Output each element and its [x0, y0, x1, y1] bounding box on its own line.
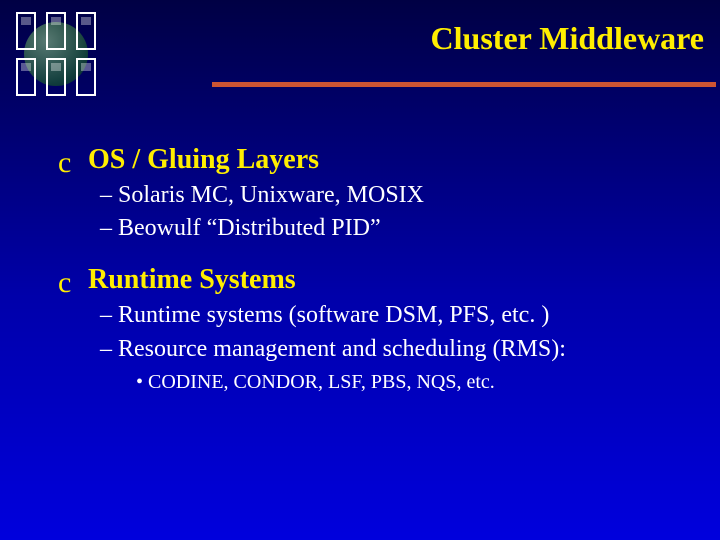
tower-icon: [46, 12, 66, 50]
tower-icon: [16, 12, 36, 50]
slide-title: Cluster Middleware: [431, 20, 704, 57]
bullet-item: c OS / Gluing Layers: [58, 144, 700, 176]
subsub-list: • CODINE, CONDOR, LSF, PBS, NQS, etc.: [136, 369, 700, 395]
sub-list: – Runtime systems (software DSM, PFS, et…: [100, 300, 700, 394]
bullet-heading: Runtime Systems: [88, 264, 296, 296]
tower-icon: [46, 58, 66, 96]
tower-icon: [16, 58, 36, 96]
subsub-item: • CODINE, CONDOR, LSF, PBS, NQS, etc.: [136, 369, 700, 395]
slide-content: c OS / Gluing Layers – Solaris MC, Unixw…: [58, 140, 700, 415]
bullet-glyph-icon: c: [58, 148, 88, 178]
sub-item: – Solaris MC, Unixware, MOSIX: [100, 180, 700, 211]
bullet-glyph-icon: c: [58, 268, 88, 298]
tower-icon: [76, 12, 96, 50]
slide-logo: [14, 12, 100, 98]
bullet-item: c Runtime Systems: [58, 264, 700, 296]
sub-item: – Beowulf “Distributed PID”: [100, 213, 700, 244]
bullet-heading: OS / Gluing Layers: [88, 144, 319, 176]
sub-item: – Runtime systems (software DSM, PFS, et…: [100, 300, 700, 331]
sub-item: – Resource management and scheduling (RM…: [100, 334, 700, 365]
title-rule: [212, 82, 716, 87]
sub-list: – Solaris MC, Unixware, MOSIX – Beowulf …: [100, 180, 700, 244]
tower-icon: [76, 58, 96, 96]
